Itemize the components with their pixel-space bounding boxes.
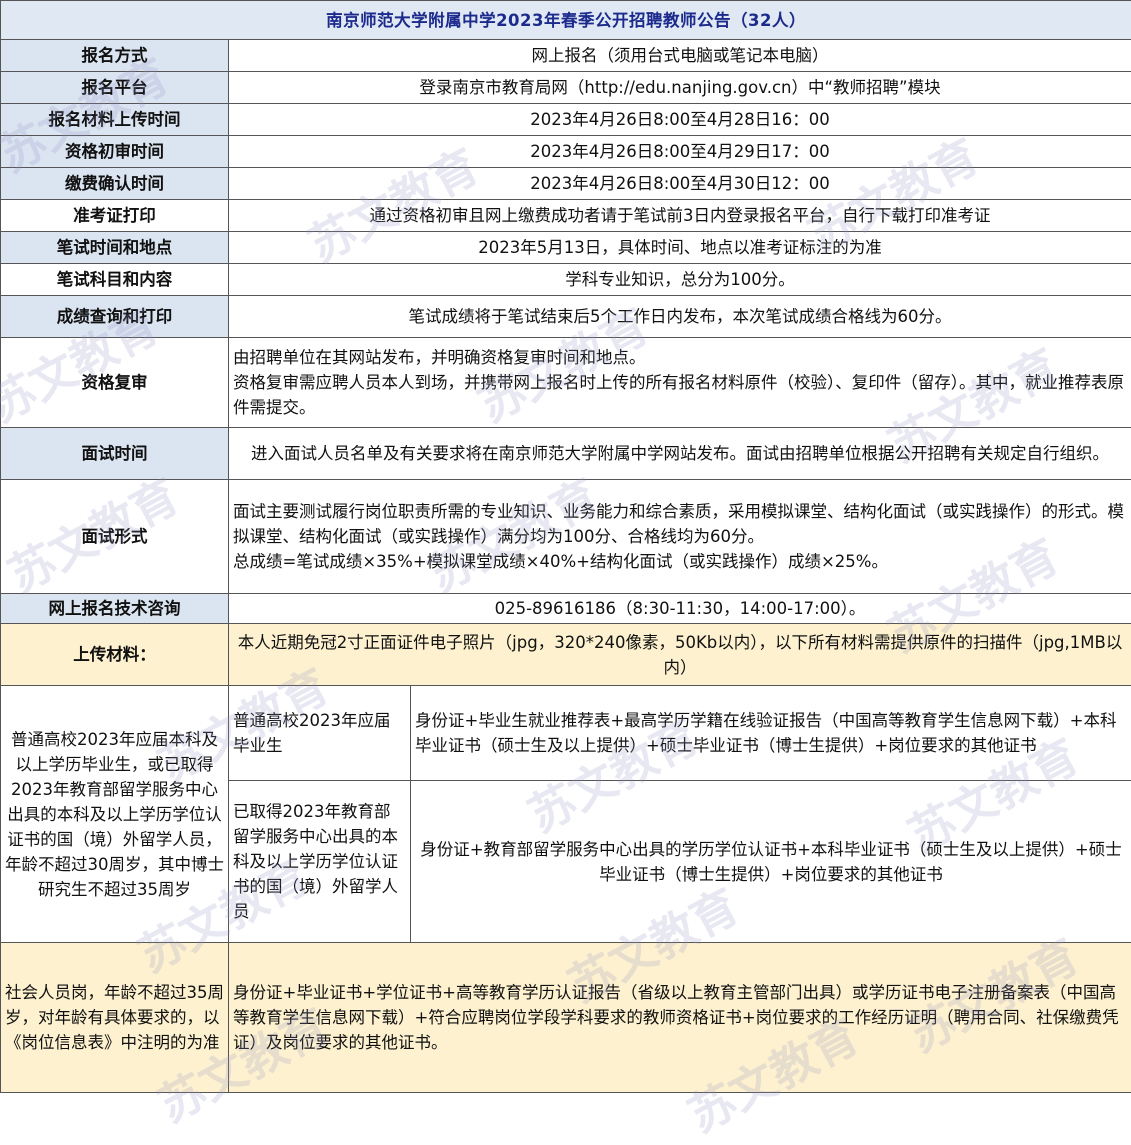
sub1-docs: 身份证+毕业生就业推荐表+最高学历学籍在线验证报告（中国高等教育学生信息网下载）… xyxy=(411,686,1131,781)
label-score-query: 成绩查询和打印 xyxy=(1,296,229,338)
recruitment-notice-table: 南京师范大学附属中学2023年春季公开招聘教师公告（32人） 报名方式 网上报名… xyxy=(0,0,1131,1093)
value-upload-materials: 本人近期免冠2寸正面证件电子照片（jpg，320*240像素，50Kb以内），以… xyxy=(229,624,1131,686)
notice-title: 南京师范大学附属中学2023年春季公开招聘教师公告（32人） xyxy=(1,1,1131,40)
label-upload-materials: 上传材料： xyxy=(1,624,229,686)
label-interview-time: 面试时间 xyxy=(1,428,229,480)
value-exam-subject: 学科专业知识，总分为100分。 xyxy=(229,264,1131,296)
label-upload-time: 报名材料上传时间 xyxy=(1,104,229,136)
group1-description: 普通高校2023年应届本科及以上学历毕业生，或已取得2023年教育部留学服务中心… xyxy=(1,686,229,943)
value-platform: 登录南京市教育局网（http://edu.nanjing.gov.cn）中“教师… xyxy=(229,72,1131,104)
label-method: 报名方式 xyxy=(1,40,229,72)
label-consult: 网上报名技术咨询 xyxy=(1,594,229,624)
label-platform: 报名平台 xyxy=(1,72,229,104)
label-admission: 准考证打印 xyxy=(1,200,229,232)
sub2-docs: 身份证+教育部留学服务中心出具的学历学位认证书+本科毕业证书（硕士生及以上提供）… xyxy=(411,781,1131,943)
label-recheck: 资格复审 xyxy=(1,338,229,428)
value-upload-time: 2023年4月26日8:00至4月28日16：00 xyxy=(229,104,1131,136)
value-payment-time: 2023年4月26日8:00至4月30日12：00 xyxy=(229,168,1131,200)
label-interview-form: 面试形式 xyxy=(1,480,229,594)
value-consult: 025-89616186（8:30-11:30，14:00-17:00）。 xyxy=(229,594,1131,624)
value-recheck: 由招聘单位在其网站发布，并明确资格复审时间和地点。 资格复审需应聘人员本人到场，… xyxy=(229,338,1131,428)
value-admission: 通过资格初审且网上缴费成功者请于笔试前3日内登录报名平台，自行下载打印准考证 xyxy=(229,200,1131,232)
value-review-time: 2023年4月26日8:00至4月29日17：00 xyxy=(229,136,1131,168)
value-method: 网上报名（须用台式电脑或笔记本电脑） xyxy=(229,40,1131,72)
sub1-label: 普通高校2023年应届毕业生 xyxy=(229,686,411,781)
group2-docs: 身份证+毕业证书+学位证书+高等教育学历认证报告（省级以上教育主管部门出具）或学… xyxy=(229,943,1131,1093)
sub2-label: 已取得2023年教育部留学服务中心出具的本科及以上学历学位认证书的国（境）外留学… xyxy=(229,781,411,943)
value-interview-form: 面试主要测试履行岗位职责所需的专业知识、业务能力和综合素质，采用模拟课堂、结构化… xyxy=(229,480,1131,594)
label-exam-subject: 笔试科目和内容 xyxy=(1,264,229,296)
interview-form-line-2: 总成绩=笔试成绩×35%+模拟课堂成绩×40%+结构化面试（或实践操作）成绩×2… xyxy=(233,549,1127,574)
label-exam-time: 笔试时间和地点 xyxy=(1,232,229,264)
value-interview-time: 进入面试人员名单及有关要求将在南京师范大学附属中学网站发布。面试由招聘单位根据公… xyxy=(229,428,1131,480)
interview-form-line-1: 面试主要测试履行岗位职责所需的专业知识、业务能力和综合素质，采用模拟课堂、结构化… xyxy=(233,499,1127,549)
value-exam-time: 2023年5月13日，具体时间、地点以准考证标注的为准 xyxy=(229,232,1131,264)
recheck-line-1: 由招聘单位在其网站发布，并明确资格复审时间和地点。 xyxy=(233,345,1127,370)
value-score-query: 笔试成绩将于笔试结束后5个工作日内发布，本次笔试成绩合格线为60分。 xyxy=(229,296,1131,338)
group2-description: 社会人员岗，年龄不超过35周岁，对年龄有具体要求的，以《岗位信息表》中注明的为准 xyxy=(1,943,229,1093)
label-payment-time: 缴费确认时间 xyxy=(1,168,229,200)
recheck-line-2: 资格复审需应聘人员本人到场，并携带网上报名时上传的所有报名材料原件（校验）、复印… xyxy=(233,370,1127,420)
label-review-time: 资格初审时间 xyxy=(1,136,229,168)
